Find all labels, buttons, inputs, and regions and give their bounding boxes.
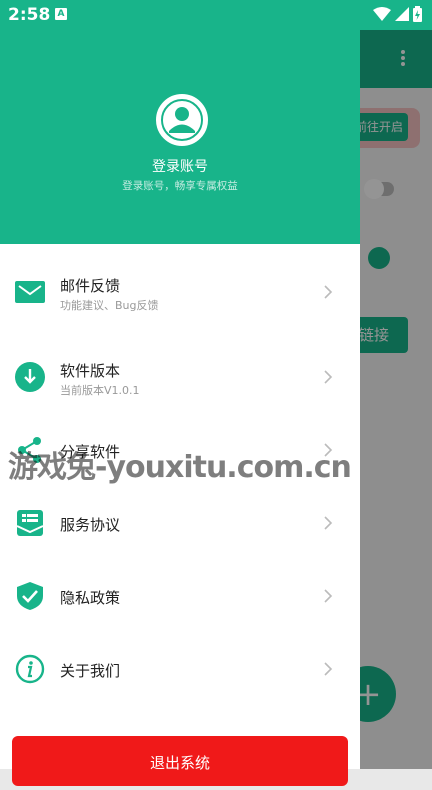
- menu-item-about-us[interactable]: 关于我们: [0, 633, 360, 705]
- menu-item-service-agreement[interactable]: 服务协议: [0, 487, 360, 559]
- menu-item-title: 软件版本: [60, 362, 121, 380]
- chevron-right-icon: [324, 285, 333, 299]
- menu-item-subtitle: 功能建议、Bug反馈: [60, 299, 159, 312]
- watermark-text: 游戏兔-youxitu.com.cn: [8, 450, 352, 485]
- download-icon: [15, 362, 45, 392]
- avatar-icon[interactable]: [156, 94, 208, 146]
- chevron-right-icon: [324, 370, 333, 384]
- drawer-header[interactable]: 登录账号 登录账号，畅享专属权益: [0, 30, 360, 244]
- menu-item-title: 服务协议: [60, 516, 121, 534]
- mail-icon: [15, 281, 45, 303]
- shield-check-icon: [17, 582, 43, 610]
- agreement-icon: [16, 510, 44, 536]
- navigation-drawer: 登录账号 登录账号，畅享专属权益 邮件反馈 功能建议、Bug反馈 软件版本 当前…: [0, 30, 360, 786]
- chevron-right-icon: [324, 662, 333, 676]
- notification-icon: A: [55, 8, 67, 20]
- login-title[interactable]: 登录账号: [0, 156, 360, 176]
- menu-item-privacy-policy[interactable]: 隐私政策: [0, 560, 360, 632]
- chevron-right-icon: [324, 589, 333, 603]
- menu-item-title: 关于我们: [60, 662, 121, 680]
- logout-button[interactable]: 退出系统: [12, 736, 348, 786]
- wifi-icon: [373, 7, 391, 21]
- menu-item-feedback[interactable]: 邮件反馈 功能建议、Bug反馈: [0, 256, 360, 328]
- info-icon: [15, 654, 45, 684]
- status-icons: [373, 6, 422, 22]
- menu-item-title: 隐私政策: [60, 589, 121, 607]
- login-subtitle: 登录账号，畅享专属权益: [122, 180, 238, 192]
- signal-icon: [395, 7, 409, 21]
- status-time: 2:58: [8, 5, 51, 25]
- battery-icon: [413, 6, 422, 22]
- menu-item-subtitle: 当前版本V1.0.1: [60, 384, 140, 397]
- menu-item-title: 邮件反馈: [60, 277, 121, 295]
- chevron-right-icon: [324, 516, 333, 530]
- menu-item-version[interactable]: 软件版本 当前版本V1.0.1: [0, 341, 360, 413]
- status-bar: 2:58 A: [0, 0, 432, 30]
